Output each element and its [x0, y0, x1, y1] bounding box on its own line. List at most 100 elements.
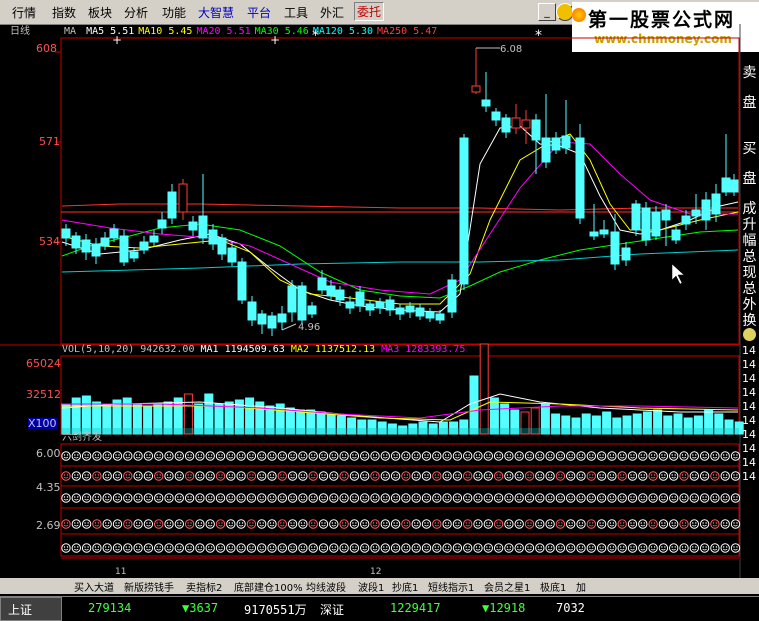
smiley-eye-icon [475, 522, 478, 524]
smiley-face-icon [360, 543, 370, 553]
smiley-eye-icon [630, 522, 632, 524]
smiley-eye-icon [352, 546, 354, 548]
kline-chart[interactable]: **+ + [0, 24, 759, 578]
candle-body-44 [501, 117, 511, 133]
smiley-eye-icon [661, 454, 663, 456]
smiley-eye-icon [653, 522, 656, 524]
buy-button[interactable]: 买 [740, 138, 759, 157]
smiley-eye-icon [589, 496, 591, 498]
smiley-eye-icon [156, 454, 158, 456]
tab-sell-indicator[interactable]: 卖指标2 [186, 579, 222, 594]
menu-item-index[interactable]: 指数 [52, 4, 76, 21]
smiley-face-icon [411, 471, 421, 481]
menu-item-sector[interactable]: 板块 [88, 4, 112, 21]
tab-ma-wave[interactable]: 均线波段 [306, 579, 346, 594]
smiley-eye-icon [684, 546, 687, 548]
smiley-eye-icon [684, 454, 687, 456]
tab-buy-road[interactable]: 买入大道 [74, 579, 114, 594]
smiley-eye-icon [561, 546, 563, 548]
sell-panel-button[interactable]: 盘 [740, 92, 759, 111]
smiley-face-icon [411, 519, 421, 529]
smiley-eye-icon [650, 454, 653, 456]
smiley-eye-icon [87, 522, 89, 524]
smiley-eye-icon [723, 522, 725, 524]
smiley-eye-icon [527, 474, 529, 476]
smiley-eye-icon [692, 522, 694, 524]
candle-body-38 [435, 313, 445, 321]
smiley-eye-icon [650, 546, 653, 548]
tab-bottom-fish1[interactable]: 抄底1 [392, 579, 418, 594]
menu-item-function[interactable]: 功能 [162, 4, 186, 21]
smiley-eye-icon [344, 546, 347, 548]
smiley-face-icon [627, 493, 638, 503]
tab-short-signal1[interactable]: 短线指示1 [428, 579, 474, 594]
smiley-eye-icon [362, 522, 364, 524]
smiley-eye-icon [540, 546, 542, 548]
smiley-eye-icon [726, 496, 728, 498]
menu-item-tools[interactable]: 工具 [284, 4, 308, 21]
menu-item-forex[interactable]: 外汇 [320, 4, 344, 21]
candle-body-16 [217, 237, 227, 255]
candle-body-3 [91, 243, 101, 257]
menu-item-platform[interactable]: 平台 [247, 4, 271, 21]
smiley-eye-icon [517, 496, 519, 498]
smiley-eye-icon [383, 496, 385, 498]
ma-legend-ma30: MA30 5.46 [254, 26, 309, 37]
smiley-face-icon [174, 543, 185, 553]
smiley-face-icon [463, 451, 473, 461]
smiley-eye-icon [520, 474, 522, 476]
smiley-face-icon [648, 543, 658, 553]
buy-panel-button[interactable]: 盘 [740, 168, 759, 187]
menu-item-quotes[interactable]: 行情 [12, 4, 36, 21]
smiley-eye-icon [228, 454, 230, 456]
smiley-face-icon [617, 451, 627, 461]
smiley-toggle-icon[interactable] [743, 328, 756, 341]
smiley-face-icon [298, 451, 308, 461]
smiley-face-icon [535, 519, 545, 529]
smiley-face-icon [298, 519, 308, 529]
smiley-face-icon [267, 493, 277, 503]
smiley-eye-icon [331, 496, 333, 498]
smiley-eye-icon [558, 546, 560, 548]
tab-member-star1[interactable]: 会员之星1 [484, 579, 530, 594]
smiley-eye-icon [571, 546, 573, 548]
tab-money-catcher[interactable]: 新版捞钱手 [124, 579, 174, 594]
smiley-eye-icon [478, 474, 481, 476]
sell-button[interactable]: 卖 [740, 62, 759, 81]
smiley-eye-icon [365, 546, 367, 548]
smiley-face-icon [184, 471, 195, 481]
candle-body-36 [415, 307, 425, 317]
smiley-eye-icon [486, 522, 488, 524]
smiley-face-icon [648, 519, 658, 529]
candle-body-30 [355, 291, 365, 307]
smiley-face-icon [566, 543, 576, 553]
menu-item-analysis[interactable]: 分析 [124, 4, 148, 21]
tab-bottom-build[interactable]: 底部建仓100% [234, 579, 303, 594]
smiley-eye-icon [609, 454, 612, 456]
smiley-eye-icon [128, 496, 130, 498]
menu-item-trade[interactable]: 委托 [354, 2, 385, 21]
menu-item-dazhihui[interactable]: 大智慧 [198, 4, 234, 21]
smiley-face-icon [154, 493, 164, 503]
tab-wave1[interactable]: 波段1 [358, 579, 384, 594]
smiley-eye-icon [280, 496, 282, 498]
smiley-face-icon [463, 543, 473, 553]
smiley-face-icon [493, 493, 504, 503]
smiley-eye-icon [118, 474, 120, 476]
smiley-eye-icon [331, 546, 333, 548]
smiley-eye-icon [702, 522, 704, 524]
smiley-eye-icon [427, 522, 429, 524]
smiley-eye-icon [341, 522, 344, 524]
status-index-sh[interactable]: 上证 [8, 601, 32, 618]
minimize-icon[interactable]: _ [538, 3, 556, 21]
tab-more[interactable]: 加 [576, 579, 586, 594]
smiley-eye-icon [726, 522, 728, 524]
smiley-eye-icon [334, 496, 336, 498]
smiley-eye-icon [530, 496, 532, 498]
smiley-eye-icon [87, 546, 89, 548]
smiley-face-icon [164, 451, 174, 461]
tab-extreme-bottom1[interactable]: 极底1 [540, 579, 566, 594]
smiley-eye-icon [169, 454, 172, 456]
status-index-sz[interactable]: 深证 [320, 601, 344, 618]
smiley-face-icon [390, 543, 401, 553]
